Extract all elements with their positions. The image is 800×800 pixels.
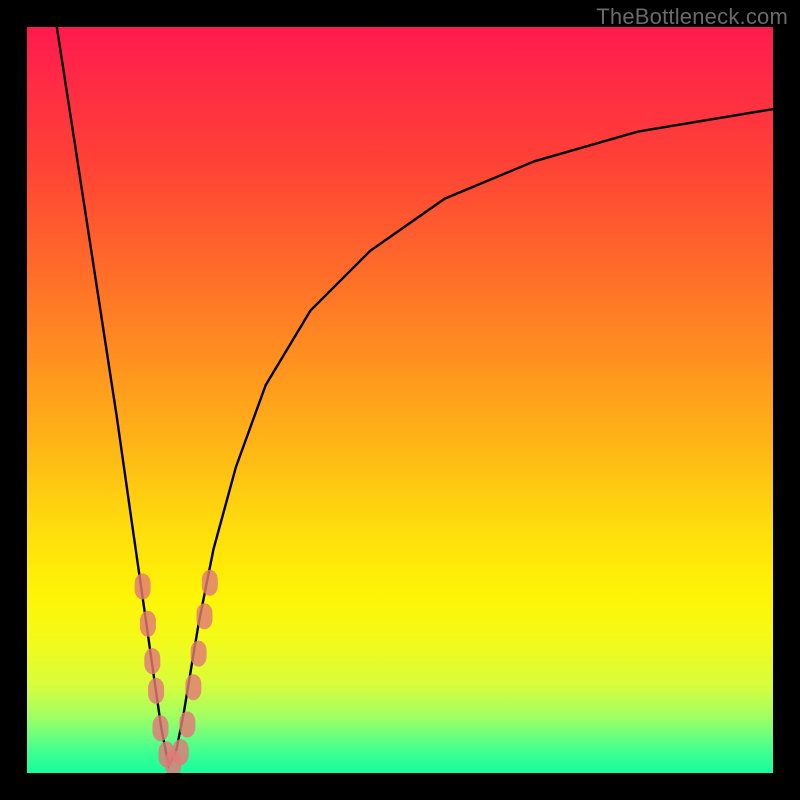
valley-marker — [185, 674, 201, 700]
plot-area — [27, 27, 773, 773]
valley-marker — [173, 739, 189, 765]
valley-marker — [135, 574, 151, 600]
valley-marker — [148, 678, 164, 704]
valley-marker — [179, 712, 195, 738]
valley-marker — [197, 603, 213, 629]
valley-marker — [140, 611, 156, 637]
bottleneck-curve — [57, 27, 773, 766]
valley-marker — [202, 570, 218, 596]
valley-marker — [191, 641, 207, 667]
chart-frame: TheBottleneck.com — [0, 0, 800, 800]
valley-marker — [153, 715, 169, 741]
valley-markers — [135, 570, 218, 773]
watermark-text: TheBottleneck.com — [596, 4, 788, 30]
valley-marker — [144, 648, 160, 674]
curve-layer — [27, 27, 773, 773]
